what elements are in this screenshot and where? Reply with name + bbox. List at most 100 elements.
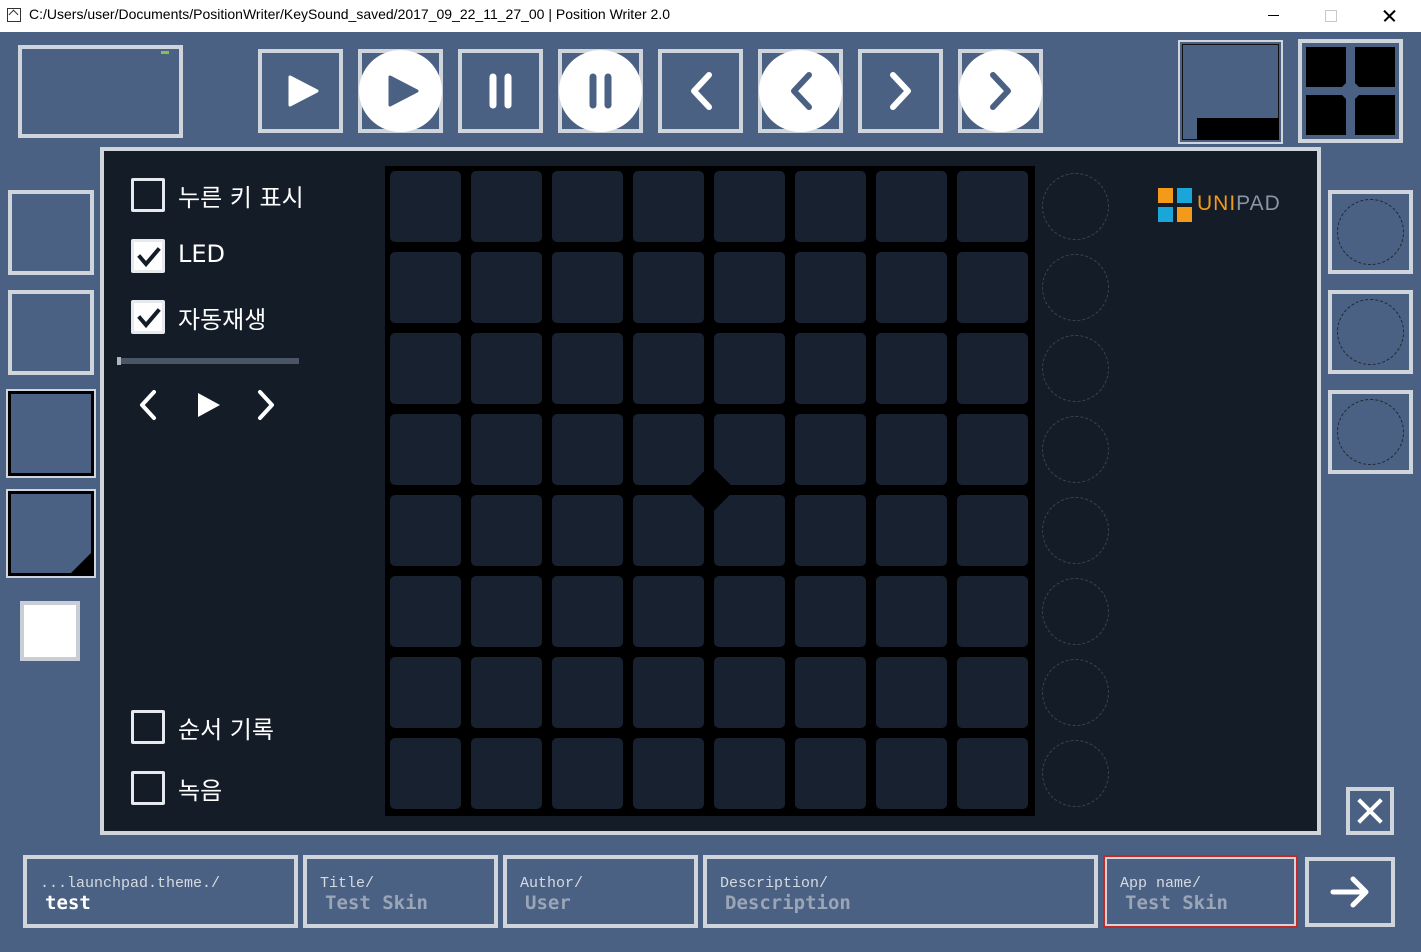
pad-4-3[interactable] bbox=[552, 414, 623, 485]
pad-7-4[interactable] bbox=[633, 657, 704, 728]
pad-7-1[interactable] bbox=[390, 657, 461, 728]
pad-8-1[interactable] bbox=[390, 738, 461, 809]
autoplay-progress-slider[interactable] bbox=[117, 358, 299, 364]
pad-3-2[interactable] bbox=[471, 333, 542, 404]
left-side-button-2[interactable] bbox=[8, 290, 94, 375]
close-icon[interactable] bbox=[1346, 787, 1394, 835]
pad-6-8[interactable] bbox=[957, 576, 1028, 647]
pause-round-button[interactable] bbox=[558, 49, 643, 133]
pad-2-7[interactable] bbox=[876, 252, 947, 323]
rounded-pad-style-button[interactable] bbox=[8, 391, 94, 476]
pad-3-1[interactable] bbox=[390, 333, 461, 404]
pad-3-6[interactable] bbox=[795, 333, 866, 404]
round-pad-6[interactable] bbox=[1042, 578, 1109, 645]
pad-8-3[interactable] bbox=[552, 738, 623, 809]
pad-1-1[interactable] bbox=[390, 171, 461, 242]
pad-1-2[interactable] bbox=[471, 171, 542, 242]
pad-8-7[interactable] bbox=[876, 738, 947, 809]
pad-5-1[interactable] bbox=[390, 495, 461, 566]
right-side-button-1[interactable] bbox=[1328, 190, 1413, 274]
next-round-button[interactable] bbox=[958, 49, 1043, 133]
pad-3-5[interactable] bbox=[714, 333, 785, 404]
pad-8-6[interactable] bbox=[795, 738, 866, 809]
pad-5-4[interactable] bbox=[633, 495, 704, 566]
pad-4-5[interactable] bbox=[714, 414, 785, 485]
pad-5-5[interactable] bbox=[714, 495, 785, 566]
pad-2-6[interactable] bbox=[795, 252, 866, 323]
play-round-button[interactable] bbox=[358, 49, 443, 133]
pad-1-4[interactable] bbox=[633, 171, 704, 242]
pad-2-3[interactable] bbox=[552, 252, 623, 323]
pad-1-3[interactable] bbox=[552, 171, 623, 242]
recording-checkbox[interactable] bbox=[131, 771, 165, 805]
pad-7-7[interactable] bbox=[876, 657, 947, 728]
pad-2-2[interactable] bbox=[471, 252, 542, 323]
pad-7-6[interactable] bbox=[795, 657, 866, 728]
pad-2-8[interactable] bbox=[957, 252, 1028, 323]
pad-3-3[interactable] bbox=[552, 333, 623, 404]
prev-round-button[interactable] bbox=[758, 49, 843, 133]
round-pad-5[interactable] bbox=[1042, 497, 1109, 564]
title-field[interactable]: Title/ Test Skin bbox=[303, 855, 498, 928]
next-arrow-button[interactable] bbox=[1305, 857, 1395, 927]
pad-2-4[interactable] bbox=[633, 252, 704, 323]
pause-button[interactable] bbox=[458, 49, 543, 133]
autoplay-checkbox[interactable] bbox=[131, 300, 165, 334]
led-checkbox[interactable] bbox=[131, 239, 165, 273]
pad-7-8[interactable] bbox=[957, 657, 1028, 728]
autoplay-next-button[interactable] bbox=[250, 388, 284, 422]
pad-3-4[interactable] bbox=[633, 333, 704, 404]
prev-button[interactable] bbox=[658, 49, 743, 133]
pad-8-5[interactable] bbox=[714, 738, 785, 809]
white-color-button[interactable] bbox=[20, 601, 80, 661]
show-pressed-keys-checkbox[interactable] bbox=[131, 178, 165, 212]
pad-7-3[interactable] bbox=[552, 657, 623, 728]
preview-box[interactable] bbox=[18, 45, 183, 138]
pad-6-6[interactable] bbox=[795, 576, 866, 647]
four-pads-button[interactable] bbox=[1298, 39, 1403, 143]
pad-4-4[interactable] bbox=[633, 414, 704, 485]
author-field[interactable]: Author/ User bbox=[503, 855, 698, 928]
app-name-field[interactable]: App name/ Test Skin bbox=[1103, 855, 1298, 928]
round-pad-3[interactable] bbox=[1042, 335, 1109, 402]
pad-3-8[interactable] bbox=[957, 333, 1028, 404]
round-pad-2[interactable] bbox=[1042, 254, 1109, 321]
pad-8-8[interactable] bbox=[957, 738, 1028, 809]
maximize-button[interactable] bbox=[1306, 0, 1352, 32]
pad-1-8[interactable] bbox=[957, 171, 1028, 242]
slider-thumb[interactable] bbox=[117, 357, 121, 365]
right-side-button-2[interactable] bbox=[1328, 290, 1413, 374]
round-pad-1[interactable] bbox=[1042, 173, 1109, 240]
pad-2-1[interactable] bbox=[390, 252, 461, 323]
pad-5-6[interactable] bbox=[795, 495, 866, 566]
round-pad-4[interactable] bbox=[1042, 416, 1109, 483]
pad-5-2[interactable] bbox=[471, 495, 542, 566]
corner-pad-style-button[interactable] bbox=[8, 491, 94, 576]
round-pad-8[interactable] bbox=[1042, 740, 1109, 807]
description-field[interactable]: Description/ Description bbox=[703, 855, 1098, 928]
pad-4-7[interactable] bbox=[876, 414, 947, 485]
play-button[interactable] bbox=[258, 49, 343, 133]
round-pad-7[interactable] bbox=[1042, 659, 1109, 726]
pad-8-4[interactable] bbox=[633, 738, 704, 809]
pad-2-5[interactable] bbox=[714, 252, 785, 323]
minimize-button[interactable] bbox=[1250, 0, 1296, 32]
pad-1-6[interactable] bbox=[795, 171, 866, 242]
record-order-checkbox[interactable] bbox=[131, 710, 165, 744]
pad-6-1[interactable] bbox=[390, 576, 461, 647]
pad-4-6[interactable] bbox=[795, 414, 866, 485]
pad-1-5[interactable] bbox=[714, 171, 785, 242]
pad-3-7[interactable] bbox=[876, 333, 947, 404]
autoplay-play-button[interactable] bbox=[192, 388, 226, 422]
right-side-button-3[interactable] bbox=[1328, 390, 1413, 474]
pad-5-3[interactable] bbox=[552, 495, 623, 566]
pad-5-8[interactable] bbox=[957, 495, 1028, 566]
path-field[interactable]: ...launchpad.theme./ test bbox=[23, 855, 298, 928]
pad-4-8[interactable] bbox=[957, 414, 1028, 485]
pad-7-2[interactable] bbox=[471, 657, 542, 728]
pad-6-2[interactable] bbox=[471, 576, 542, 647]
next-button[interactable] bbox=[858, 49, 943, 133]
pad-6-4[interactable] bbox=[633, 576, 704, 647]
autoplay-prev-button[interactable] bbox=[132, 388, 166, 422]
theme-preview-button[interactable] bbox=[1178, 40, 1283, 144]
